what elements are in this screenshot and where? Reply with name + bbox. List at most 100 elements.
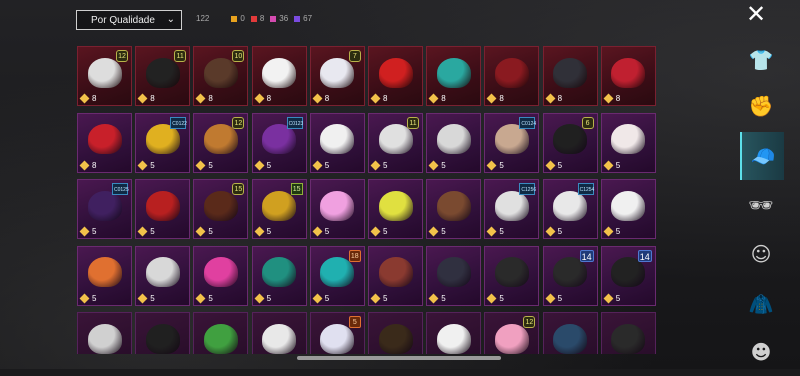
item-tile[interactable]: 8	[484, 46, 540, 106]
sidebar-item-jacket[interactable]: 🧥	[740, 280, 782, 328]
item-image	[436, 190, 471, 221]
item-tile[interactable]: 8	[77, 112, 132, 173]
item-tile[interactable]: 12	[484, 312, 540, 354]
item-tile[interactable]: 8	[251, 46, 307, 106]
diamond-icon	[137, 226, 148, 237]
diamond-icon	[603, 93, 614, 104]
close-icon[interactable]: ✕	[744, 3, 768, 28]
item-tile[interactable]: 5	[193, 245, 249, 306]
level-badge: 7	[348, 50, 361, 62]
item-tile[interactable]: C1254 5	[542, 179, 598, 239]
total-count: 122	[196, 14, 210, 23]
item-tile[interactable]: 18 5	[309, 245, 365, 306]
level-badge: 14	[579, 249, 594, 262]
item-tile[interactable]: 5	[484, 245, 540, 306]
item-tile[interactable]: C1256 5	[484, 179, 540, 239]
category-sidebar: 👕 ✊ 🧢 🕶 ☺ 🧥 ☻	[740, 36, 784, 369]
item-image	[378, 323, 413, 354]
item-tile[interactable]: 65	[542, 112, 598, 173]
item-tile[interactable]: 5	[426, 112, 482, 173]
item-tile[interactable]: 15 5	[193, 179, 249, 239]
item-image	[203, 124, 238, 155]
item-tile[interactable]	[77, 312, 132, 354]
item-cost-value: 5	[324, 160, 330, 170]
face-mask-icon: ☺	[750, 242, 772, 266]
sidebar-item-hand-gesture[interactable]: ✊	[740, 82, 782, 130]
cap-icon: 🧢	[750, 144, 776, 168]
chevron-down-icon: ⌄	[166, 14, 175, 25]
sidebar-item-glasses[interactable]: 🕶	[740, 181, 782, 229]
item-cost-value: 5	[557, 227, 563, 236]
item-tile[interactable]	[251, 312, 307, 354]
item-cost-value: 8	[383, 94, 388, 103]
item-tile[interactable]: C0122 5	[135, 112, 191, 173]
item-tile[interactable]	[426, 312, 482, 354]
item-tile[interactable]	[542, 312, 598, 354]
item-tile[interactable]: C0123 5	[251, 112, 307, 173]
item-tile[interactable]	[600, 312, 656, 354]
stat-value: 36	[279, 14, 289, 23]
item-cost-value: 5	[557, 160, 563, 170]
sort-dropdown[interactable]: Por Qualidade ⌄	[76, 10, 182, 30]
diamond-icon	[254, 226, 265, 237]
item-cost-value: 5	[383, 227, 388, 236]
item-tile[interactable]: 14 5	[542, 245, 598, 306]
item-tile[interactable]: 12 8	[77, 46, 132, 106]
sidebar-item-outfit[interactable]: 👕	[740, 36, 782, 84]
item-cost-value: 5	[150, 293, 155, 303]
item-tile[interactable]: C0124 5	[484, 112, 540, 173]
diamond-icon	[428, 226, 439, 237]
item-tile[interactable]: 5	[135, 179, 191, 239]
item-tile[interactable]: 11 8	[135, 46, 191, 106]
item-tile[interactable]: C0125 5	[77, 179, 132, 239]
item-tile[interactable]: 8	[368, 46, 423, 106]
item-tile[interactable]: 11 5	[368, 112, 423, 173]
item-image	[436, 124, 471, 155]
item-tile[interactable]	[368, 312, 423, 354]
item-tile[interactable]: 8	[600, 46, 656, 106]
diamond-icon	[137, 93, 148, 104]
item-tile[interactable]: 5	[309, 312, 365, 354]
diamond-icon	[486, 226, 497, 237]
level-badge: 18	[348, 249, 361, 262]
item-image	[203, 257, 238, 288]
item-cost-value: 8	[441, 94, 446, 103]
sidebar-item-cap[interactable]: 🧢	[740, 132, 784, 180]
horizontal-scrollbar[interactable]	[297, 356, 501, 360]
item-tile[interactable]: 5	[77, 245, 132, 306]
diamond-icon	[79, 160, 90, 170]
level-badge: C0124	[519, 116, 536, 129]
item-image	[553, 323, 588, 354]
item-tile[interactable]: 10 8	[193, 46, 249, 106]
diamond-icon	[312, 160, 323, 170]
sidebar-item-face-mask[interactable]: ☺	[740, 230, 782, 278]
item-cost: 8	[79, 160, 97, 170]
item-cost-value: 8	[266, 94, 272, 103]
item-tile[interactable]: 5	[251, 245, 307, 306]
item-cost: 5	[428, 293, 446, 303]
item-tile[interactable]: 5	[309, 112, 365, 173]
item-tile[interactable]: 5	[368, 245, 423, 306]
item-tile[interactable]: 78	[309, 46, 365, 106]
inventory-stats: 122 0 8 36 67	[196, 14, 312, 23]
diamond-icon	[312, 93, 323, 104]
item-tile[interactable]: 8	[426, 46, 482, 106]
item-cost: 5	[370, 293, 387, 303]
item-cost: 5	[545, 160, 563, 170]
item-tile[interactable]: 8	[542, 46, 598, 106]
diamond-icon	[254, 93, 265, 104]
item-tile[interactable]: 5	[600, 179, 656, 239]
item-tile[interactable]: 5	[600, 112, 656, 173]
item-tile[interactable]	[135, 312, 191, 354]
item-tile[interactable]: 14 5	[600, 245, 656, 306]
item-tile[interactable]: 5	[426, 245, 482, 306]
item-tile[interactable]: 5	[368, 179, 423, 239]
item-tile[interactable]	[193, 312, 249, 354]
item-image	[320, 124, 355, 155]
item-cost-value: 8	[92, 160, 97, 170]
item-tile[interactable]: 15 5	[251, 179, 307, 239]
item-tile[interactable]: 5	[135, 245, 191, 306]
item-tile[interactable]: 5	[309, 179, 365, 239]
item-tile[interactable]: 5	[426, 179, 482, 239]
item-tile[interactable]: 12 5	[193, 112, 249, 173]
